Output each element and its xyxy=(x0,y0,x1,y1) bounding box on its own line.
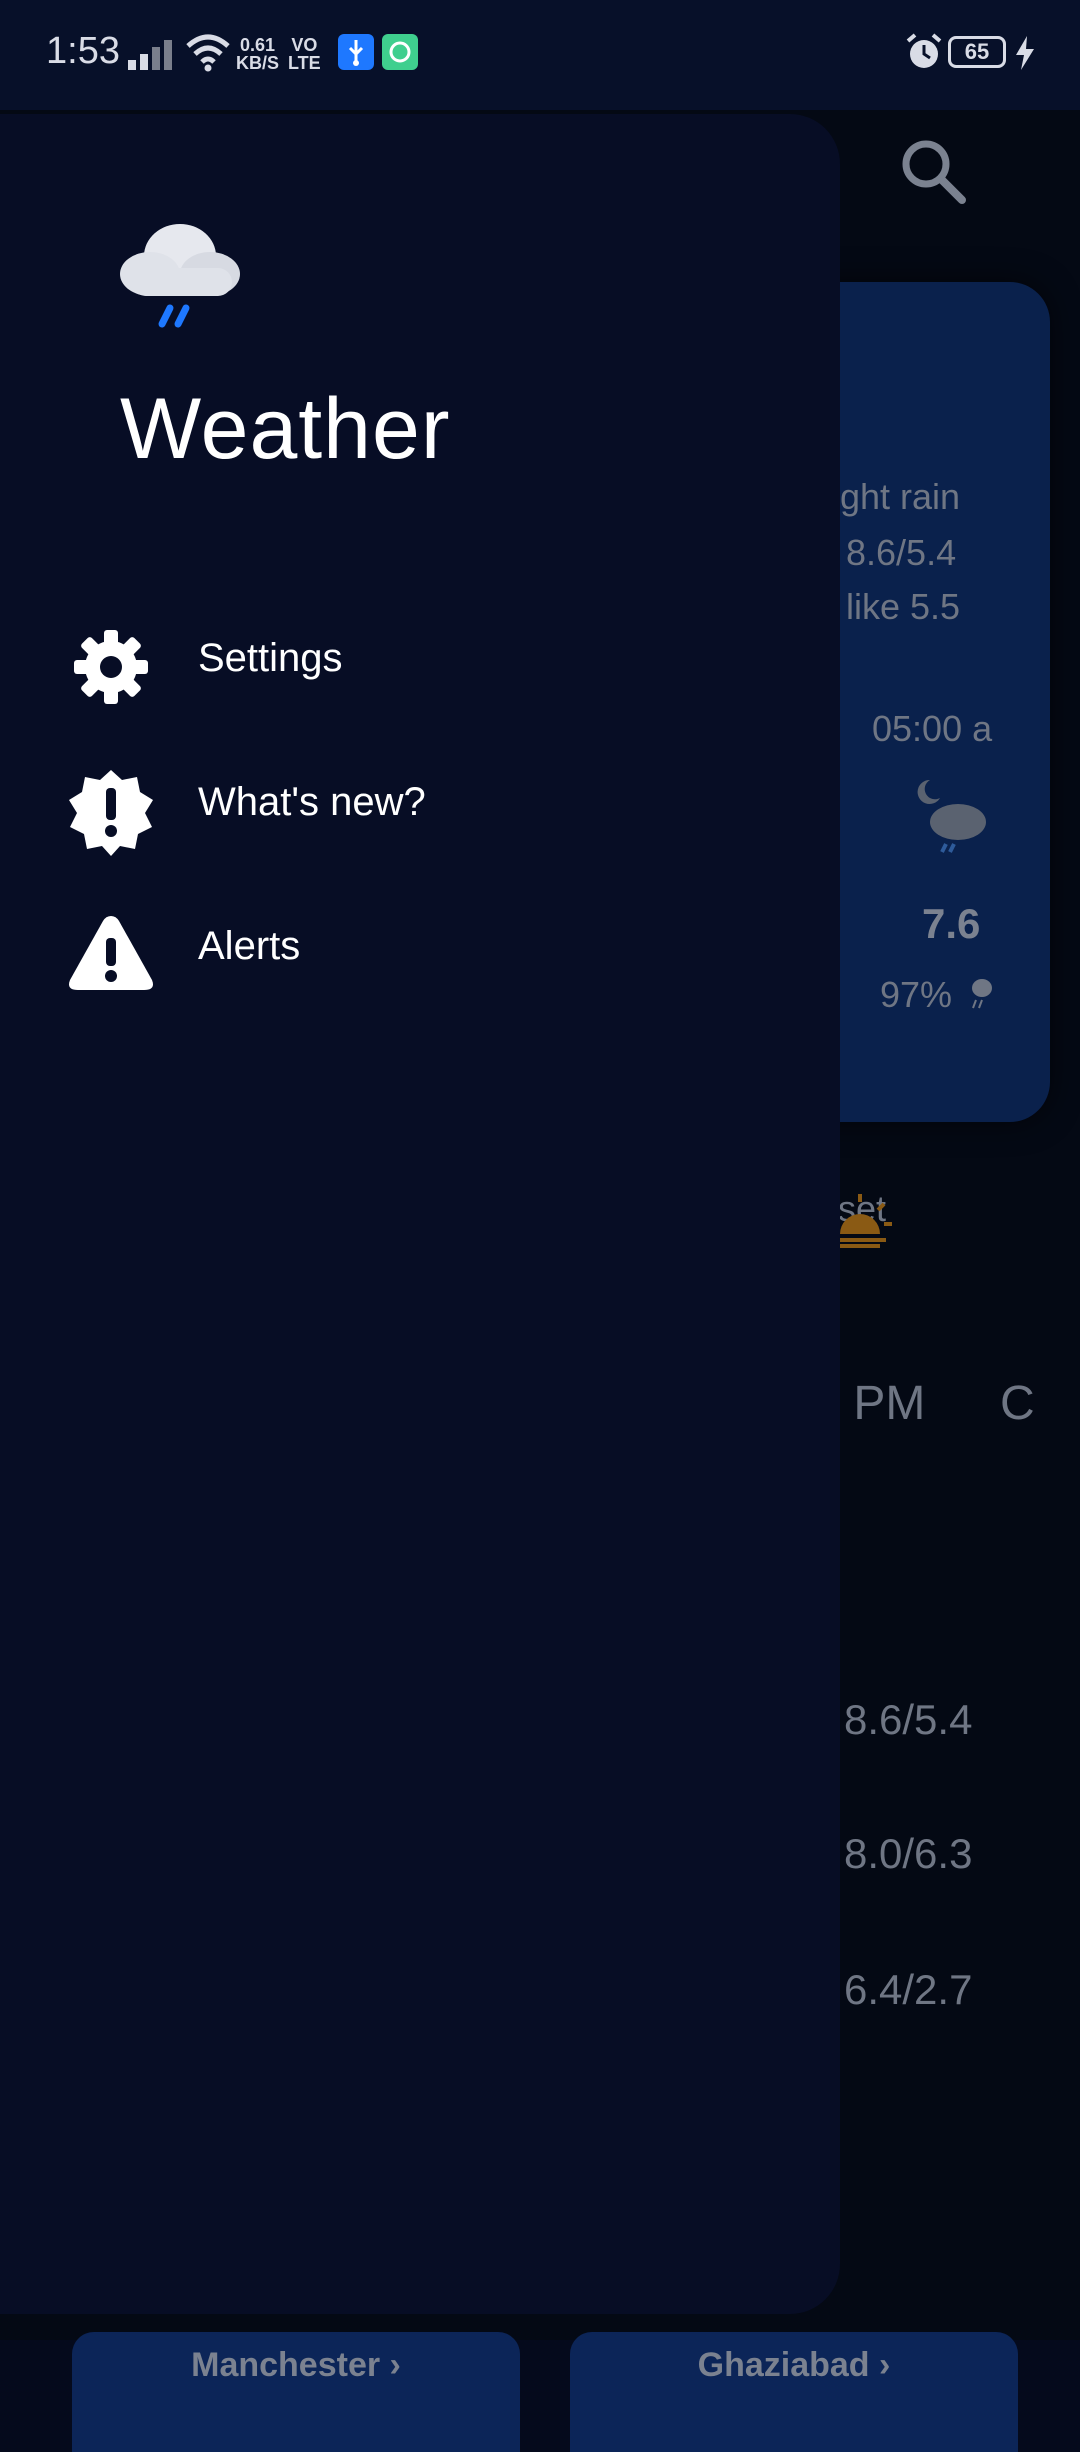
city-button-manchester[interactable]: Manchester › xyxy=(72,2332,520,2452)
city-label: Manchester xyxy=(191,2346,381,2384)
condition-text: ght rain xyxy=(840,476,961,517)
app-title: Weather xyxy=(120,381,451,477)
alarm-icon xyxy=(906,33,942,68)
menu-item-alerts[interactable]: Alerts xyxy=(0,888,840,998)
sunset-time-next: C xyxy=(1000,1377,1035,1430)
alert-badge-icon xyxy=(69,770,153,856)
navigation-drawer: Weather Settings What's new? Alerts xyxy=(0,114,840,2314)
forecast-day-1: 8.6/5.4 xyxy=(844,1696,973,1743)
moon-rain-icon xyxy=(917,779,986,853)
warning-triangle-icon xyxy=(69,916,153,990)
hi-lo-text: 8.6/5.4 xyxy=(846,532,957,573)
hourly-time: 05:00 a xyxy=(872,708,993,749)
menu-item-label: Settings xyxy=(198,636,343,680)
rain-cloud-icon xyxy=(120,224,240,328)
forecast-day-3: 6.4/2.7 xyxy=(844,1966,973,2013)
wifi-icon xyxy=(186,34,230,72)
search-icon[interactable] xyxy=(896,134,970,208)
menu-item-settings[interactable]: Settings xyxy=(0,600,840,710)
battery-indicator: 65 xyxy=(948,36,1006,68)
chevron-right-icon: › xyxy=(879,2346,891,2384)
net-speed: 0.61 KB/S xyxy=(236,35,280,73)
chevron-right-icon: › xyxy=(389,2346,401,2384)
rain-drop-icon xyxy=(972,979,992,1009)
feels-like-text: like 5.5 xyxy=(846,586,961,627)
hourly-humidity: 97% xyxy=(880,974,953,1015)
usb-icon xyxy=(338,34,374,70)
menu-item-label: What's new? xyxy=(198,780,426,824)
gear-icon xyxy=(74,630,148,704)
status-time: 1:53 xyxy=(46,30,120,72)
volte-indicator: VO LTE xyxy=(288,35,321,73)
status-bar: 1:53 0.61 KB/S VO LTE 65 xyxy=(0,0,1080,110)
city-button-ghaziabad[interactable]: Ghaziabad › xyxy=(570,2332,1018,2452)
hourly-temp: 7.6 xyxy=(922,900,981,947)
charging-bolt-icon xyxy=(1016,36,1034,70)
menu-item-whats-new[interactable]: What's new? xyxy=(0,744,840,856)
forecast-day-2: 8.0/6.3 xyxy=(844,1830,973,1877)
menu-item-label: Alerts xyxy=(198,924,301,968)
city-label: Ghaziabad xyxy=(697,2346,870,2384)
notification-app-icon xyxy=(382,34,418,70)
cell-signal-icon xyxy=(128,40,172,70)
sunset-icon xyxy=(834,1194,892,1248)
